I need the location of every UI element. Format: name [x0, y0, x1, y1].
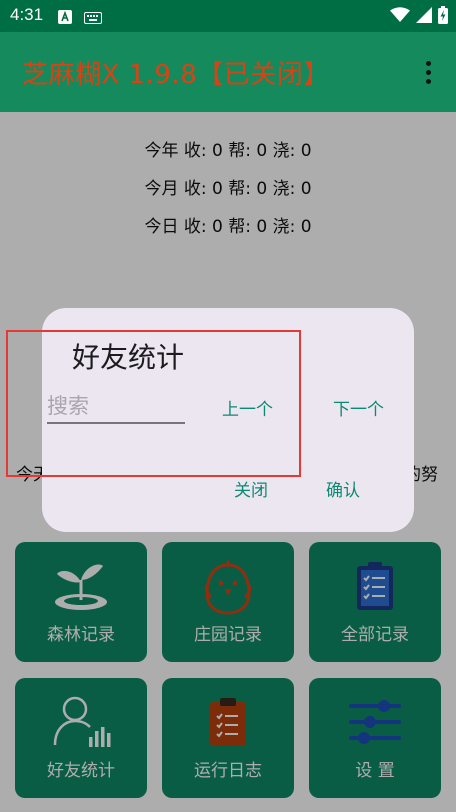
battery-charging-icon — [438, 6, 448, 28]
close-button[interactable]: 关闭 — [234, 476, 268, 501]
keyboard-icon — [84, 9, 102, 28]
wifi-icon — [390, 7, 410, 27]
next-button[interactable]: 下一个 — [333, 395, 384, 420]
confirm-button[interactable]: 确认 — [326, 476, 360, 501]
status-bar: 4:31 — [0, 0, 456, 32]
overflow-menu-icon[interactable] — [414, 56, 442, 88]
status-time: 4:31 — [10, 5, 44, 24]
highlight-annotation — [6, 330, 301, 477]
notification-a-icon — [58, 9, 72, 28]
app-title: 芝麻糊X 1.9.8【已关闭】 — [22, 60, 330, 90]
cell-signal-icon — [416, 7, 432, 27]
app-bar: 芝麻糊X 1.9.8【已关闭】 — [0, 32, 456, 112]
